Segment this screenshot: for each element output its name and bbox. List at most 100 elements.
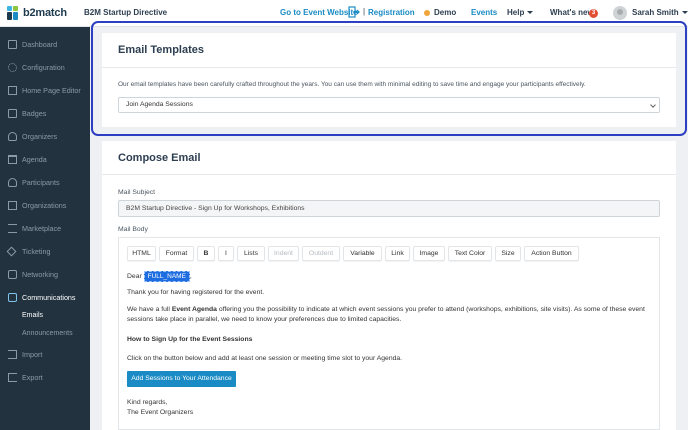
dashboard-icon: [8, 39, 17, 49]
add-sessions-button[interactable]: Add Sessions to Your Attendance: [127, 371, 236, 387]
divider: [102, 174, 676, 175]
sidebar-item-label: Dashboard: [22, 39, 58, 49]
greeting-end: ,: [189, 273, 192, 280]
demo-status-dot: [424, 10, 430, 16]
sidebar-item-label: Participants: [22, 177, 60, 187]
events-link[interactable]: Events: [471, 8, 497, 17]
image-button[interactable]: Image: [413, 246, 445, 261]
sidebar-item-import[interactable]: Import: [0, 344, 90, 364]
whats-new-link[interactable]: What's new: [550, 8, 594, 17]
user-name: Sarah Smith: [632, 8, 679, 17]
paragraph-rest: offering you the possibility to indicate…: [218, 306, 645, 313]
greeting-text: Dear: [127, 273, 142, 280]
networking-icon: [8, 269, 17, 279]
sidebar-item-export[interactable]: Export: [0, 367, 90, 387]
chevron-down-icon: [681, 11, 688, 15]
user-menu[interactable]: Sarah Smith: [632, 8, 688, 17]
import-icon: [8, 349, 17, 359]
chat-icon: [8, 292, 17, 302]
agenda-paragraph: We have a full Event Agenda offering you…: [127, 305, 657, 315]
sidebar-subitem-emails[interactable]: Emails: [22, 312, 43, 319]
sidebar-item-networking[interactable]: Networking: [0, 264, 90, 284]
mail-body-label: Mail Body: [118, 226, 148, 233]
sidebar-item-label: Communications: [22, 292, 76, 302]
sidebar-item-marketplace[interactable]: Marketplace: [0, 218, 90, 238]
highlight-frame: [91, 21, 687, 136]
thanks-text: Thank you for having registered for the …: [127, 289, 265, 296]
organizers-icon: [8, 131, 17, 141]
format-button[interactable]: Format: [159, 246, 194, 261]
participants-icon: [8, 177, 17, 187]
sidebar-item-organizers[interactable]: Organizers: [0, 126, 90, 146]
instruction-text: Click on the button below and add at lea…: [127, 355, 403, 362]
sidebar-item-badges[interactable]: Badges: [0, 103, 90, 123]
logo-text: b2match: [23, 7, 67, 19]
export-icon: [8, 372, 17, 382]
mail-subject-label: Mail Subject: [118, 189, 156, 196]
sidebar-item-label: Marketplace: [22, 223, 62, 233]
registration-link[interactable]: Registration: [368, 8, 415, 17]
text-color-button[interactable]: Text Color: [448, 246, 492, 261]
greeting-line: Dear FULL_NAME,: [127, 271, 192, 282]
sidebar-item-label: Networking: [22, 269, 58, 279]
gear-icon: [8, 62, 17, 72]
sidebar-item-communications[interactable]: Communications: [0, 287, 90, 307]
sidebar-item-participants[interactable]: Participants: [0, 172, 90, 192]
sidebar-item-label: Badges: [22, 108, 47, 118]
help-menu[interactable]: Help: [507, 8, 534, 17]
mail-body-editor[interactable]: [118, 237, 660, 430]
size-button[interactable]: Size: [495, 246, 521, 261]
sidebar-item-label: Agenda: [22, 154, 47, 164]
building-icon: [8, 200, 17, 210]
sidebar-item-dashboard[interactable]: Dashboard: [0, 34, 90, 54]
paragraph-start: We have a full: [127, 306, 170, 313]
bold-button[interactable]: B: [197, 246, 215, 261]
sidebar-item-label: Organizers: [22, 131, 58, 141]
regards-text: Kind regards,: [127, 399, 168, 406]
sidebar-item-label: Configuration: [22, 62, 65, 72]
list-icon: [8, 223, 17, 233]
sidebar-item-agenda[interactable]: Agenda: [0, 149, 90, 169]
outdent-button[interactable]: Outdent: [302, 246, 340, 261]
agenda-paragraph-line2: sessions take place in parallel, we need…: [127, 316, 402, 323]
demo-link[interactable]: Demo: [434, 8, 456, 17]
logo[interactable]: b2match: [7, 6, 67, 20]
help-label: Help: [507, 8, 525, 17]
sidebar: Dashboard Configuration Home Page Editor…: [0, 27, 90, 430]
sign-up-heading: How to Sign Up for the Event Sessions: [127, 336, 253, 343]
notification-badge: 3: [589, 9, 598, 18]
sidebar-item-label: Ticketing: [22, 246, 51, 256]
italic-button[interactable]: I: [218, 246, 234, 261]
event-name: B2M Startup Directive: [84, 8, 168, 17]
full-name-variable[interactable]: FULL_NAME: [143, 271, 190, 282]
indent-button[interactable]: Indent: [268, 246, 299, 261]
calendar-icon: [8, 154, 17, 164]
compose-email-title: Compose Email: [118, 152, 201, 164]
sidebar-item-label: Organizations: [22, 200, 67, 210]
separator: |: [363, 7, 366, 16]
html-button[interactable]: HTML: [127, 246, 156, 261]
event-agenda-bold: Event Agenda: [171, 306, 217, 313]
exit-icon[interactable]: [348, 6, 360, 18]
sidebar-item-organizations[interactable]: Organizations: [0, 195, 90, 215]
sidebar-item-label: Import: [22, 349, 43, 359]
signature-text: The Event Organizers: [127, 409, 194, 416]
sidebar-item-configuration[interactable]: Configuration: [0, 57, 90, 77]
ticket-icon: [6, 246, 17, 256]
lists-button[interactable]: Lists: [237, 246, 265, 261]
badge-icon: [8, 108, 17, 118]
avatar[interactable]: [613, 6, 627, 20]
link-button[interactable]: Link: [385, 246, 410, 261]
chevron-down-icon: [527, 11, 534, 15]
b2match-logo-icon: [7, 6, 19, 20]
sidebar-item-home-page-editor[interactable]: Home Page Editor: [0, 80, 90, 100]
sidebar-subitem-announcements[interactable]: Announcements: [22, 330, 73, 337]
mail-subject-value: B2M Startup Directive - Sign Up for Work…: [126, 205, 305, 212]
go-to-event-website-link[interactable]: Go to Event Website: [280, 8, 358, 17]
variable-button[interactable]: Variable: [343, 246, 382, 261]
mail-subject-input[interactable]: B2M Startup Directive - Sign Up for Work…: [118, 200, 660, 217]
action-button-button[interactable]: Action Button: [524, 246, 579, 261]
sidebar-item-label: Home Page Editor: [22, 85, 81, 95]
sidebar-item-ticketing[interactable]: Ticketing: [0, 241, 90, 261]
home-icon: [8, 85, 17, 95]
